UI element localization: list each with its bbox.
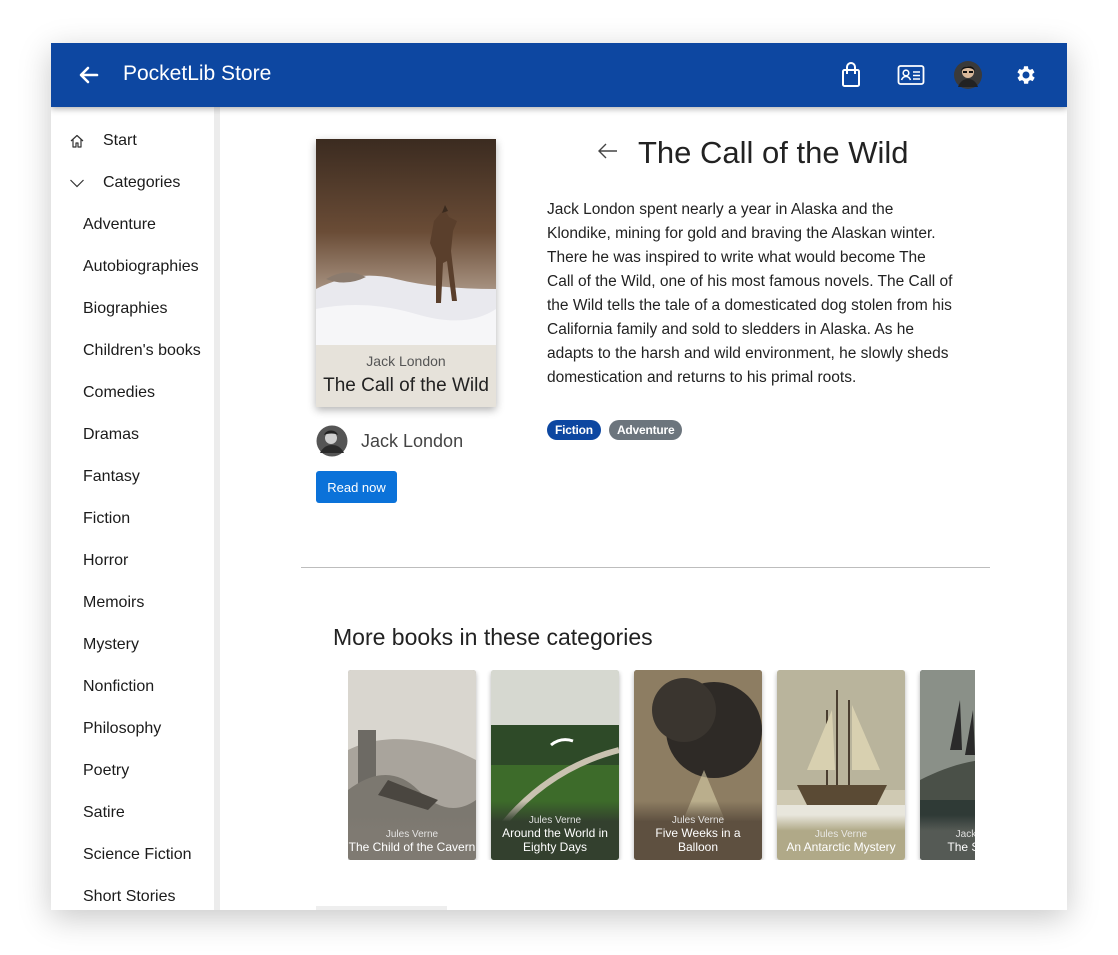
category-tag[interactable]: Fiction — [547, 420, 601, 440]
sidebar-item-category[interactable]: Horror — [51, 540, 220, 582]
sidebar-item-categories[interactable]: Categories — [51, 162, 220, 204]
sidebar-item-category[interactable]: Satire — [51, 792, 220, 834]
chevron-down-icon — [51, 175, 103, 191]
book-card-author: Jack London — [955, 829, 975, 840]
home-icon — [51, 133, 103, 149]
more-books-shelf: Jules Verne The Child of the Cavern Jules … — [348, 670, 975, 860]
gear-icon[interactable] — [1010, 59, 1042, 91]
sidebar-item-label: Short Stories — [83, 888, 176, 905]
sidebar-item-label: Comedies — [83, 384, 156, 401]
sidebar-item-category[interactable]: Memoirs — [51, 582, 220, 624]
app-window: PocketLib Store Start Categories Adventu… — [51, 43, 1067, 910]
read-now-button[interactable]: Read now — [316, 471, 397, 503]
book-card-caption: Jules Verne An Antarctic Mystery — [777, 815, 905, 860]
back-arrow-icon[interactable] — [596, 139, 620, 168]
sidebar-item-category[interactable]: Poetry — [51, 750, 220, 792]
book-card-caption: Jack LondonThe Sea-Wolf — [920, 815, 975, 860]
book-cover[interactable]: Jack London The Call of the Wild — [316, 139, 496, 407]
sidebar-item-category[interactable]: Nonfiction — [51, 666, 220, 708]
book-card-author: Jules Verne — [814, 829, 868, 840]
book-title: The Call of the Wild — [638, 135, 909, 170]
avatar[interactable] — [952, 59, 984, 91]
app-title: PocketLib Store — [123, 62, 272, 85]
sidebar-item-label: Philosophy — [83, 720, 162, 737]
book-card-title: An Antarctic Mystery — [786, 840, 896, 854]
category-tag[interactable]: Adventure — [608, 420, 683, 440]
sidebar-item-label: Science Fiction — [83, 846, 192, 863]
author-name: Jack London — [361, 430, 464, 451]
book-card[interactable]: Jules Verne An Antarctic Mystery — [777, 670, 905, 860]
book-card-caption: Jules Verne Five Weeks in a Balloon — [634, 801, 762, 860]
book-card-author: Jules Verne — [528, 815, 582, 826]
tag-list: Fiction Adventure — [547, 420, 683, 440]
back-arrow-icon[interactable] — [75, 61, 103, 89]
sidebar-item-label: Horror — [83, 552, 129, 569]
sidebar-item-label: Children's books — [83, 342, 201, 359]
more-books-title: More books in these categories — [333, 624, 653, 650]
shopping-bag-icon[interactable] — [835, 59, 867, 91]
app-bar: PocketLib Store — [51, 43, 1067, 107]
sidebar-item-label: Fantasy — [83, 468, 140, 485]
book-card-author: Jules Verne — [385, 829, 439, 840]
sidebar-item-category[interactable]: Mystery — [51, 624, 220, 666]
section-stub — [316, 906, 447, 910]
sidebar-item-category[interactable]: Autobiographies — [51, 246, 220, 288]
book-cover-caption: Jack London The Call of the Wild — [316, 345, 496, 407]
cover-author: Jack London — [366, 353, 446, 369]
book-card-caption: Jules Verne Around the World in Eighty Da… — [491, 801, 619, 860]
divider — [301, 567, 990, 568]
sidebar-item-label: Fiction — [83, 510, 131, 527]
book-header: The Call of the Wild — [596, 135, 909, 171]
book-description: Jack London spent nearly a year in Alask… — [547, 201, 953, 386]
book-card[interactable]: Jules Verne The Child of the Cavern — [348, 670, 476, 860]
sidebar-item-category[interactable]: Fiction — [51, 498, 220, 540]
author-link[interactable]: Jack London — [316, 425, 463, 457]
book-card-title: The Child of the Cavern — [348, 840, 476, 854]
book-card-author: Jules Verne — [671, 815, 725, 826]
sidebar-item-label: Categories — [103, 174, 181, 191]
book-card-caption: Jules Verne The Child of the Cavern — [348, 815, 476, 860]
sidebar-item-label: Satire — [83, 804, 125, 821]
sidebar-item-category[interactable]: Comedies — [51, 372, 220, 414]
book-card[interactable]: Jules Verne Around the World in Eighty Da… — [491, 670, 619, 860]
book-card-title: The Sea-Wolf — [947, 840, 975, 854]
main-content: Jack London The Call of the Wild Jack Lo… — [226, 107, 1067, 910]
sidebar-item-category[interactable]: Dramas — [51, 414, 220, 456]
sidebar-item-label: Mystery — [83, 636, 139, 653]
cover-title: The Call of the Wild — [323, 375, 489, 396]
sidebar-item-category[interactable]: Biographies — [51, 288, 220, 330]
sidebar-item-label: Poetry — [83, 762, 130, 779]
sidebar-item-label: Dramas — [83, 426, 140, 443]
book-cover-art — [316, 139, 496, 345]
sidebar-item-category[interactable]: Children's books — [51, 330, 220, 372]
sidebar-item-category[interactable]: Fantasy — [51, 456, 220, 498]
sidebar-item-label: Adventure — [83, 216, 156, 233]
book-card-title: Around the World in Eighty Days — [502, 826, 608, 854]
sidebar-item-category[interactable]: Short Stories — [51, 876, 220, 910]
sidebar-item-label: Autobiographies — [83, 258, 199, 275]
author-avatar — [316, 425, 348, 457]
book-card-title: Five Weeks in a Balloon — [655, 826, 741, 854]
book-card[interactable]: Jack LondonThe Sea-Wolf — [920, 670, 975, 860]
sidebar-item-label: Memoirs — [83, 594, 145, 611]
sidebar-nav: Start Categories Adventure Autobiographie… — [51, 107, 220, 910]
sidebar-item-category[interactable]: Adventure — [51, 204, 220, 246]
sidebar-item-label: Biographies — [83, 300, 168, 317]
sidebar-item-start[interactable]: Start — [51, 120, 220, 162]
sidebar-item-label: Nonfiction — [83, 678, 155, 695]
contact-card-icon[interactable] — [895, 59, 927, 91]
sidebar-item-category[interactable]: Philosophy — [51, 708, 220, 750]
book-card[interactable]: Jules Verne Five Weeks in a Balloon — [634, 670, 762, 860]
sidebar-item-label: Start — [103, 132, 137, 149]
sidebar-item-category[interactable]: Science Fiction — [51, 834, 220, 876]
